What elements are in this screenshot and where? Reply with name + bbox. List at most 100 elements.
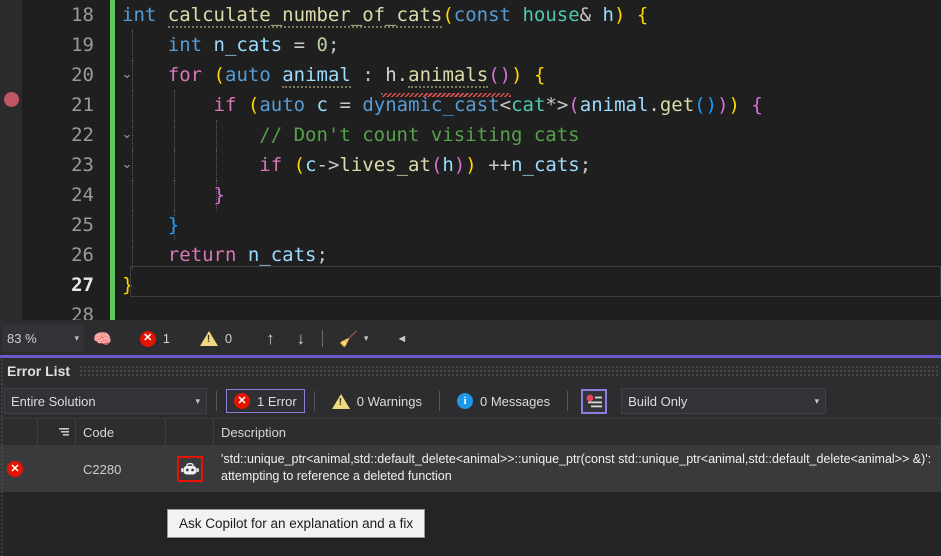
code-line-text: } [122, 210, 179, 240]
error-list-column-headers: Code Description [0, 418, 941, 446]
line-number: 23 [22, 150, 94, 180]
error-icon: ✕ [234, 393, 250, 409]
row-spacer-cell [38, 446, 76, 492]
build-filter-dropdown[interactable]: Build Only ▾ [621, 388, 826, 414]
status-warning-count-value: 0 [225, 331, 232, 346]
copilot-tooltip-text: Ask Copilot for an explanation and a fix [179, 516, 413, 531]
previous-issue-button[interactable]: ↑ [255, 329, 286, 349]
toolbar-divider [439, 391, 440, 411]
line-number: 24 [22, 180, 94, 210]
column-header-sort[interactable] [38, 419, 76, 445]
code-line[interactable]: 19 int n_cats = 0; [22, 30, 941, 60]
code-line[interactable]: 25 } [22, 210, 941, 240]
code-line[interactable]: 26 return n_cats; [22, 240, 941, 270]
build-intellisense-filter-button[interactable] [581, 389, 607, 414]
code-line-text: if (c->lives_at(h)) ++n_cats; [122, 150, 591, 180]
column-header-icon[interactable] [0, 419, 38, 445]
filter-list-icon [586, 394, 603, 409]
ask-copilot-button[interactable] [177, 456, 203, 482]
filter-messages-button[interactable]: i 0 Messages [449, 389, 558, 413]
code-line-current[interactable]: 27 } [22, 270, 941, 300]
copilot-tooltip: Ask Copilot for an explanation and a fix [167, 509, 425, 538]
code-line[interactable]: 20 ⌄ for (auto animal : h.animals()) { [22, 60, 941, 90]
code-line-text: } [122, 180, 225, 210]
panel-title: Error List [0, 363, 79, 379]
intellicode-brain-icon[interactable]: 🧠 [93, 330, 112, 348]
column-header-description[interactable]: Description [214, 419, 941, 445]
code-line-text: return n_cats; [122, 240, 328, 270]
next-issue-button[interactable]: ↓ [286, 329, 317, 349]
line-number: 18 [22, 0, 94, 30]
line-number: 28 [22, 300, 94, 320]
code-line[interactable]: 21 ⌄ if (auto c = dynamic_cast<cat*>(ani… [22, 90, 941, 120]
code-line-text: for (auto animal : h.animals()) { [122, 60, 545, 90]
line-number: 19 [22, 30, 94, 60]
scope-filter-dropdown[interactable]: Entire Solution ▾ [4, 388, 207, 414]
line-number: 22 [22, 120, 94, 150]
visual-studio-window: 18 ⌄ int calculate_number_of_cats(const … [0, 0, 941, 553]
build-filter-value: Build Only [628, 394, 687, 409]
error-list-panel: Error List Entire Solution ▾ ✕ 1 Error 0… [0, 355, 941, 556]
panel-drag-handle[interactable] [79, 365, 938, 377]
line-number: 20 [22, 60, 94, 90]
row-description: 'std::unique_ptr<animal,std::default_del… [214, 446, 941, 492]
row-copilot-cell[interactable] [166, 446, 214, 492]
line-number: 27 [22, 270, 94, 300]
toolbar-divider [567, 391, 568, 411]
code-line[interactable]: 24 } [22, 180, 941, 210]
filter-messages-label: 0 Messages [480, 394, 550, 409]
filter-errors-button[interactable]: ✕ 1 Error [226, 389, 305, 413]
code-line-text: if (auto c = dynamic_cast<cat*>(animal.g… [122, 90, 763, 120]
line-number: 26 [22, 240, 94, 270]
code-text-area[interactable]: 18 ⌄ int calculate_number_of_cats(const … [22, 0, 941, 320]
filter-warnings-button[interactable]: 0 Warnings [324, 390, 430, 413]
toolbar-divider [216, 391, 217, 411]
status-divider [322, 330, 323, 347]
column-header-code[interactable]: Code [76, 419, 166, 445]
error-list-toolbar: Entire Solution ▾ ✕ 1 Error 0 Warnings i… [0, 384, 941, 418]
column-header-blank[interactable] [166, 419, 214, 445]
code-line-text: int n_cats = 0; [122, 30, 339, 60]
status-error-count[interactable]: ✕ 1 [140, 331, 170, 347]
chevron-down-icon: ▾ [195, 396, 200, 407]
status-error-count-value: 1 [163, 331, 170, 346]
code-line[interactable]: 28 [22, 300, 941, 320]
code-editor[interactable]: 18 ⌄ int calculate_number_of_cats(const … [0, 0, 941, 320]
error-icon: ✕ [140, 331, 156, 347]
scope-filter-value: Entire Solution [11, 394, 96, 409]
zoom-level-selector[interactable]: 83 % ▾ [2, 325, 84, 352]
warning-icon [200, 331, 218, 346]
filter-warnings-label: 0 Warnings [357, 394, 422, 409]
code-line-text: } [122, 270, 133, 300]
breakpoint-glyph[interactable] [4, 92, 19, 107]
code-line[interactable]: 18 ⌄ int calculate_number_of_cats(const … [22, 0, 941, 30]
row-severity-icon-cell: ✕ [0, 446, 38, 492]
chevron-down-icon[interactable]: ▾ [364, 333, 369, 344]
info-icon: i [457, 393, 473, 409]
filter-errors-label: 1 Error [257, 394, 297, 409]
sort-descending-icon [58, 427, 70, 438]
line-number: 25 [22, 210, 94, 240]
code-cleanup-broom-icon[interactable]: 🧹 [339, 330, 358, 348]
row-code: C2280 [76, 446, 166, 492]
table-row[interactable]: ✕ C2280 'std::unique_ptr<animal,std::def… [0, 446, 941, 492]
zoom-level-value: 83 % [7, 331, 37, 346]
error-list-title-row: Error List [0, 358, 941, 384]
code-line-text: int calculate_number_of_cats(const house… [122, 0, 648, 30]
error-icon: ✕ [7, 461, 23, 477]
warning-icon [332, 394, 350, 409]
error-list-empty-area [0, 492, 941, 547]
panel-drag-stripe[interactable] [0, 358, 4, 556]
toolbar-divider [314, 391, 315, 411]
editor-status-bar: 83 % ▾ 🧠 ✕ 1 0 ↑ ↓ 🧹 ▾ ◄ [0, 320, 941, 356]
status-warning-count[interactable]: 0 [200, 331, 232, 346]
code-line[interactable]: 22 // Don't count visiting cats [22, 120, 941, 150]
chevron-down-icon: ▾ [815, 396, 820, 407]
copilot-robot-icon [181, 462, 199, 477]
breakpoint-margin[interactable] [0, 0, 22, 320]
line-number: 21 [22, 90, 94, 120]
collapse-panel-arrow-icon[interactable]: ◄ [396, 333, 407, 345]
code-line[interactable]: 23 if (c->lives_at(h)) ++n_cats; [22, 150, 941, 180]
chevron-down-icon: ▾ [74, 333, 79, 344]
code-line-text: // Don't count visiting cats [122, 120, 580, 150]
